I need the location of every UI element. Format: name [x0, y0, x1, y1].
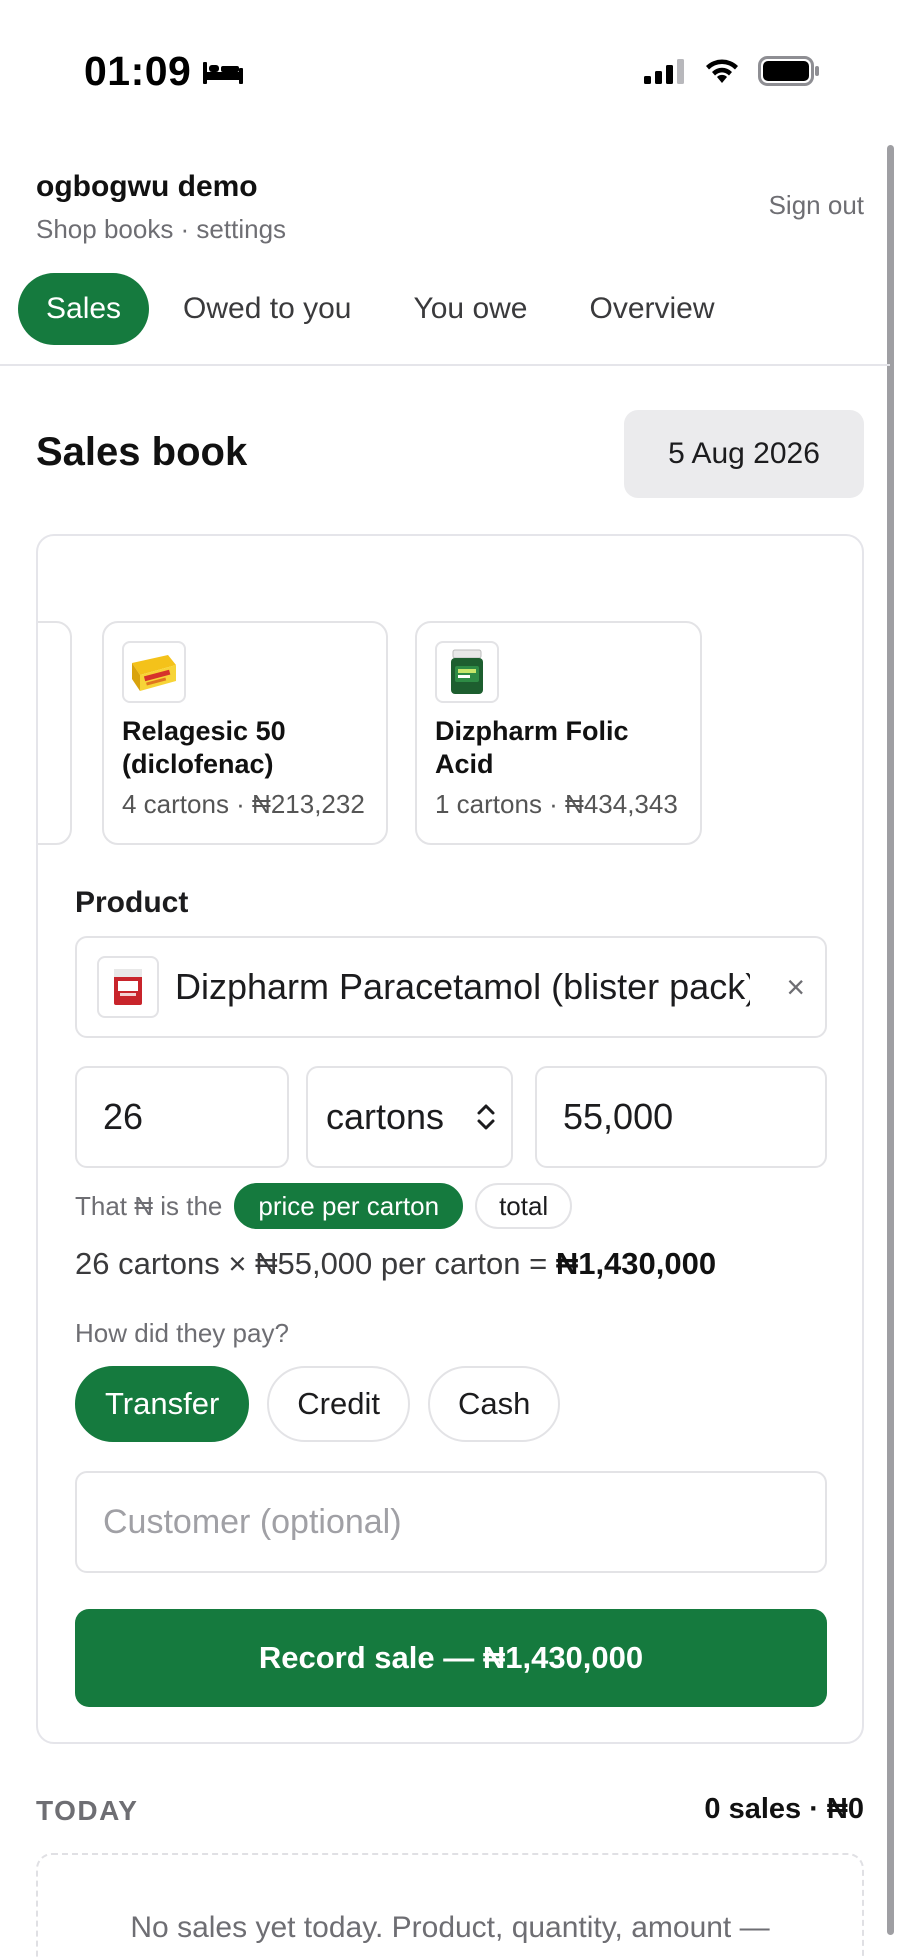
price-mode-row: That ₦ is the price per carton total — [75, 1183, 573, 1229]
payment-label: How did they pay? — [75, 1318, 289, 1348]
unit-value: cartons — [326, 1096, 445, 1137]
tab-overview[interactable]: Overview — [561, 273, 742, 345]
clock-time: 01:09 — [84, 48, 192, 94]
payment-credit-button[interactable]: Credit — [267, 1366, 410, 1442]
product-thumbnail — [435, 641, 499, 703]
product-thumbnail — [97, 956, 159, 1018]
sign-out-button[interactable]: Sign out — [769, 190, 864, 221]
shop-subtitle[interactable]: Shop books · settings — [36, 214, 864, 245]
record-sale-button[interactable]: Record sale — ₦1,430,000 — [75, 1609, 827, 1707]
quick-product-card[interactable]: Relagesic 50 (diclofenac) 4 cartons · ₦2… — [102, 621, 388, 845]
price-total-toggle[interactable]: total — [475, 1183, 573, 1229]
cellular-signal-icon — [644, 59, 684, 84]
quick-product-name: Relagesic 50 (diclofenac) — [122, 716, 286, 779]
tabs-divider — [0, 364, 890, 366]
quick-product-meta: 1 cartons · ₦434,343 — [435, 789, 678, 819]
quick-product-card[interactable]: Dizpharm Folic Acid 1 cartons · ₦434,343 — [415, 621, 702, 845]
today-empty-state: No sales yet today. Product, quantity, a… — [36, 1853, 864, 1957]
chevron-up-down-icon — [477, 1104, 495, 1130]
battery-icon — [758, 56, 819, 86]
quick-products-carousel[interactable]: Relagesic 50 (diclofenac) 4 cartons · ₦2… — [38, 621, 862, 846]
quantity-input[interactable]: 26 — [75, 1066, 289, 1168]
sale-total: ₦1,430,000 — [555, 1246, 717, 1281]
clock: 01:09 — [84, 48, 245, 95]
medicine-box-icon — [132, 655, 176, 691]
payment-transfer-button[interactable]: Transfer — [75, 1366, 250, 1442]
wifi-icon — [706, 59, 738, 83]
tab-sales[interactable]: Sales — [18, 273, 150, 345]
clear-product-button[interactable]: × — [786, 969, 805, 1006]
today-summary: 0 sales · ₦0 — [704, 1793, 864, 1825]
status-bar: 01:09 — [0, 0, 900, 140]
sale-entry-card: Relagesic 50 (diclofenac) 4 cartons · ₦2… — [36, 534, 864, 1744]
date-picker-button[interactable]: 5 Aug 2026 — [624, 410, 864, 498]
unit-select[interactable]: cartons — [306, 1066, 513, 1168]
sale-calculation: 26 cartons × ₦55,000 per carton = ₦1,430… — [75, 1246, 717, 1281]
page-title: Sales book — [36, 430, 248, 474]
payment-cash-button[interactable]: Cash — [427, 1366, 561, 1442]
today-heading: TODAY — [36, 1795, 139, 1826]
supplement-jar-icon — [451, 649, 483, 694]
product-label: Product — [75, 886, 189, 919]
customer-input[interactable] — [75, 1471, 827, 1573]
status-icons — [644, 56, 820, 86]
tab-owed-to-you[interactable]: Owed to you — [155, 273, 379, 345]
payment-options: Transfer Credit Cash — [75, 1366, 561, 1442]
product-select[interactable]: Dizpharm Paracetamol (blister pack) × — [75, 936, 827, 1038]
shop-name: ogbogwu demo — [36, 170, 258, 203]
sleep-focus-icon — [203, 61, 244, 84]
medicine-box-icon — [114, 969, 142, 1005]
quick-product-card-partial[interactable] — [38, 621, 72, 845]
main-tabs: Sales Owed to you You owe Overview — [18, 273, 743, 345]
tab-you-owe[interactable]: You owe — [385, 273, 555, 345]
quick-product-meta: 4 cartons · ₦213,232 — [122, 789, 365, 819]
price-per-carton-toggle[interactable]: price per carton — [234, 1183, 464, 1229]
price-input[interactable]: 55,000 — [535, 1066, 827, 1168]
empty-state-text: No sales yet today. Product, quantity, a… — [130, 1911, 770, 1944]
price-mode-prefix: That ₦ is the — [75, 1190, 223, 1221]
product-thumbnail — [122, 641, 186, 703]
product-value: Dizpharm Paracetamol (blister pack) — [175, 966, 750, 1007]
page-scrollbar[interactable] — [887, 145, 894, 1935]
quick-product-name: Dizpharm Folic Acid — [435, 716, 629, 779]
app-header: ogbogwu demo Shop books · settings Sign … — [36, 170, 864, 245]
